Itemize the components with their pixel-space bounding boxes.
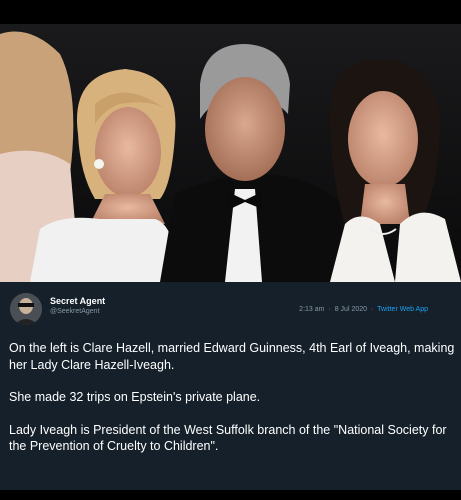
tweet-text: On the left is Clare Hazell, married Edw…	[9, 340, 455, 471]
tweet-source[interactable]: Twitter Web App	[377, 306, 428, 313]
tweet-meta: 2:13 am · 8 Jul 2020 · Twitter Web App	[299, 306, 428, 313]
photo-image	[0, 24, 461, 282]
display-name[interactable]: Secret Agent	[50, 296, 105, 306]
top-black-bar	[0, 0, 461, 24]
tweet-paragraph-2: She made 32 trips on Epstein's private p…	[9, 390, 261, 404]
tweet-paragraph-1: On the left is Clare Hazell, married Edw…	[9, 341, 455, 372]
tweet-photo[interactable]	[0, 24, 461, 282]
meta-separator: ·	[370, 306, 374, 313]
tweet-card: Secret Agent @SeekretAgent 2:13 am · 8 J…	[0, 282, 461, 490]
meta-separator: ·	[328, 306, 331, 313]
avatar-image	[10, 293, 42, 325]
avatar[interactable]	[10, 293, 42, 325]
tweet-date[interactable]: 8 Jul 2020	[335, 306, 367, 313]
tweet-time[interactable]: 2:13 am	[299, 306, 324, 313]
user-handle[interactable]: @SeekretAgent	[50, 308, 100, 315]
bottom-black-bar	[0, 490, 461, 500]
tweet-paragraph-3: Lady Iveagh is President of the West Suf…	[9, 422, 447, 454]
